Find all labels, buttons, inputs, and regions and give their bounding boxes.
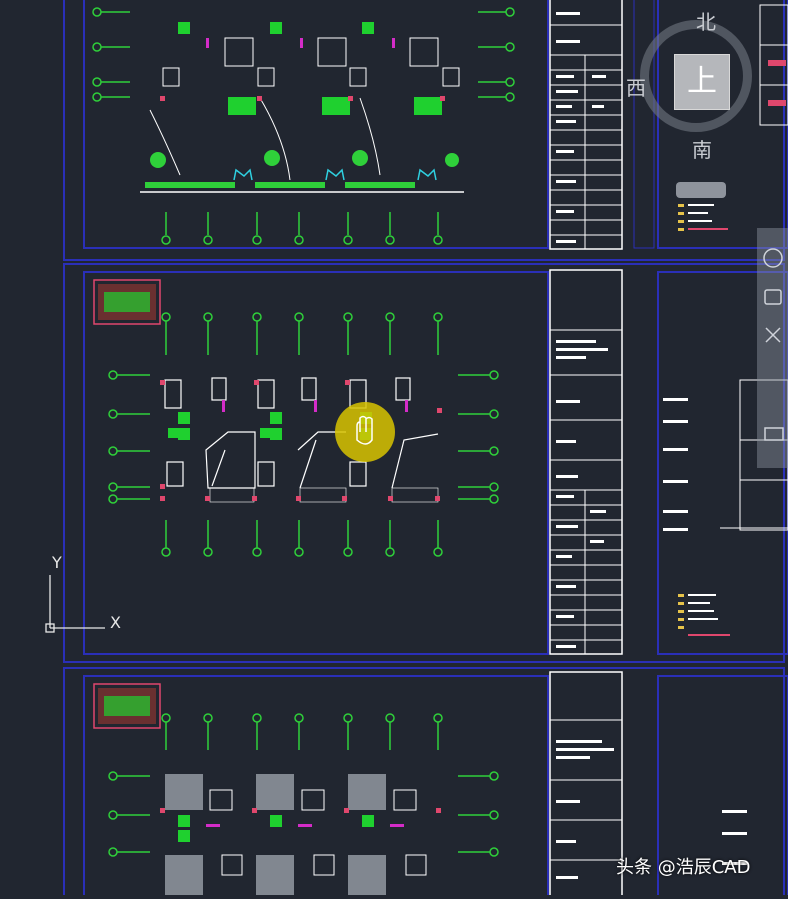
plan-thumbnail-bottom (93, 683, 161, 729)
steering-wheel-icon[interactable] (763, 248, 783, 268)
ucs-icon (45, 575, 105, 633)
compass-south-label[interactable]: 南 (692, 134, 712, 163)
pan-tool-icon[interactable] (764, 289, 782, 305)
title-block-middle (549, 269, 623, 655)
title-block-bottom (549, 671, 623, 899)
ucs-x-label: X (110, 613, 121, 632)
zoom-tool-icon[interactable] (765, 327, 781, 343)
plan-thumbnail-middle (93, 279, 161, 325)
navigation-bar[interactable] (757, 228, 788, 468)
ucs-y-label: Y (51, 553, 62, 572)
bottom-floor-plan[interactable] (93, 683, 499, 895)
watermark: 头条 @浩辰CAD (616, 857, 751, 878)
hand-pan-cursor-icon (335, 402, 395, 462)
orbit-tool-icon[interactable] (764, 427, 784, 441)
middle-floor-plan[interactable] (93, 279, 499, 557)
title-block-top (549, 0, 623, 250)
viewcube[interactable]: 北 南 西 上 (626, 10, 760, 162)
compass-north-label[interactable]: 北 (696, 6, 716, 35)
viewcube-top-face[interactable]: 上 (674, 54, 730, 110)
compass-west-label[interactable]: 西 (626, 72, 646, 101)
top-floor-plan[interactable] (92, 7, 515, 245)
